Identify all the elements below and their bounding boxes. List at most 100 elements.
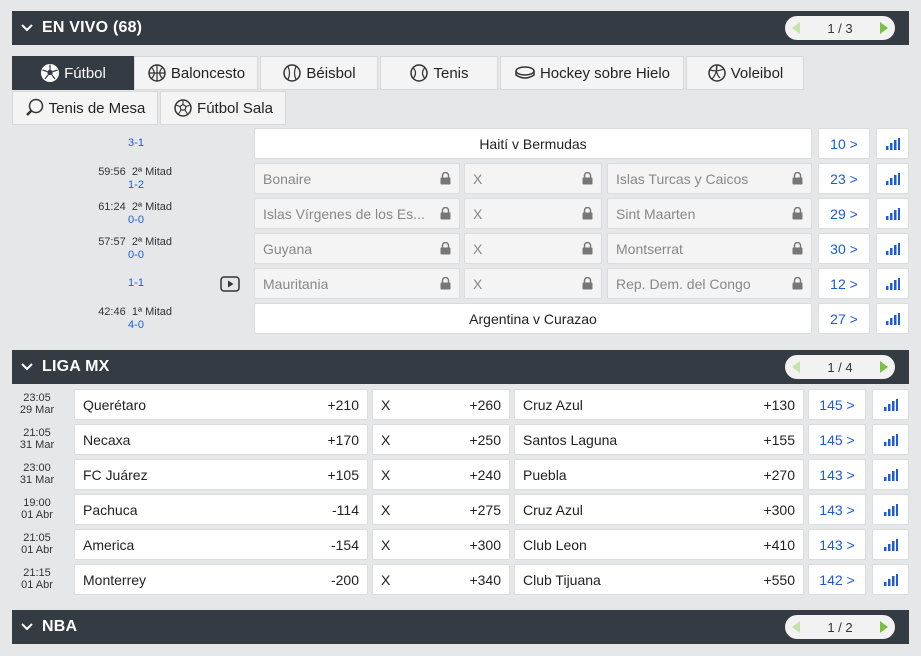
tab-voleibol[interactable]: Voleibol: [686, 56, 804, 90]
more-markets-button[interactable]: 10 >: [818, 128, 870, 159]
home-odd-cell[interactable]: Bonaire: [254, 163, 460, 194]
stats-button[interactable]: [876, 268, 909, 299]
home-odd-button[interactable]: Pachuca -114: [74, 494, 368, 525]
tab-tenis[interactable]: Tenis: [380, 56, 498, 90]
match-title[interactable]: Argentina v Curazao: [254, 303, 812, 334]
match-row[interactable]: 23:05 29 Mar Querétaro +210 X +260 Cruz Azu…: [12, 389, 909, 422]
tab-baloncesto[interactable]: Baloncesto: [134, 56, 258, 90]
match-row[interactable]: 21:05 31 Mar Necaxa +170 X +250 Santos Lagu…: [12, 424, 909, 457]
draw-odd-cell[interactable]: X: [464, 198, 602, 229]
match-row[interactable]: 21:05 01 Abr America -154 X +300 Club Leon +…: [12, 529, 909, 562]
pager-prev-icon[interactable]: [788, 618, 804, 636]
stats-button[interactable]: [876, 163, 909, 194]
live-event-row[interactable]: 61:24 2ª Mitad 0-0 Islas Vírgenes de los…: [12, 198, 909, 231]
live-section-header[interactable]: EN VIVO (68) 1 / 3: [12, 11, 909, 45]
stats-button[interactable]: [876, 303, 909, 334]
more-markets-button[interactable]: 30 >: [818, 233, 870, 264]
away-odd-cell[interactable]: Rep. Dem. del Congo: [607, 268, 812, 299]
live-meta: 57:57 2ª Mitad 0-0: [32, 236, 172, 262]
home-odd-cell[interactable]: Islas Vírgenes de los Es...: [254, 198, 460, 229]
home-odd-button[interactable]: Necaxa +170: [74, 424, 368, 455]
more-markets-button[interactable]: 12 >: [818, 268, 870, 299]
stats-button[interactable]: [872, 529, 909, 560]
draw-odd: +260: [469, 396, 501, 413]
home-odd-cell[interactable]: Guyana: [254, 233, 460, 264]
live-event-row[interactable]: 57:57 2ª Mitad 0-0 Guyana X Montserrat 3…: [12, 233, 909, 266]
more-markets-button[interactable]: 27 >: [818, 303, 870, 334]
home-odd-cell[interactable]: Mauritania: [254, 268, 460, 299]
more-markets-button[interactable]: 145 >: [808, 389, 866, 420]
pager-next-icon[interactable]: [876, 358, 892, 376]
lock-icon: [440, 207, 451, 220]
away-odd-button[interactable]: Puebla +270: [514, 459, 804, 490]
stats-button[interactable]: [872, 494, 909, 525]
more-markets-button[interactable]: 23 >: [818, 163, 870, 194]
tab-futbol-sala[interactable]: Fútbol Sala: [160, 91, 286, 125]
tab-futbol[interactable]: Fútbol: [12, 56, 134, 90]
stats-button[interactable]: [872, 564, 909, 595]
stats-button[interactable]: [876, 198, 909, 229]
match-row[interactable]: 19:00 01 Abr Pachuca -114 X +275 Cruz Azul +…: [12, 494, 909, 527]
draw-odd-button[interactable]: X +250: [372, 424, 510, 455]
home-odd-button[interactable]: FC Juárez +105: [74, 459, 368, 490]
away-odd-button[interactable]: Club Tijuana +550: [514, 564, 804, 595]
home-odd-button[interactable]: Monterrey -200: [74, 564, 368, 595]
home-odd-button[interactable]: America -154: [74, 529, 368, 560]
away-odd-button[interactable]: Club Leon +410: [514, 529, 804, 560]
stats-button[interactable]: [872, 424, 909, 455]
more-markets-button[interactable]: 142 >: [808, 564, 866, 595]
liga-mx-section-header[interactable]: LIGA MX 1 / 4: [12, 350, 909, 384]
bar-chart-icon: [883, 573, 898, 586]
live-event-row[interactable]: 42:46 1ª Mitad 4-0 Argentina v Curazao 2…: [12, 303, 909, 336]
more-markets-button[interactable]: 143 >: [808, 459, 866, 490]
match-title[interactable]: Haití v Bermudas: [254, 128, 812, 159]
tab-beisbol[interactable]: Béisbol: [260, 56, 378, 90]
more-markets-button[interactable]: 143 >: [808, 529, 866, 560]
away-odd-cell[interactable]: Islas Turcas y Caicos: [607, 163, 812, 194]
live-event-row[interactable]: 1-1 Mauritania X Rep. Dem. del Congo 12 …: [12, 268, 909, 301]
draw-odd-button[interactable]: X +340: [372, 564, 510, 595]
live-event-row[interactable]: 3-1 Haití v Bermudas 10 >: [12, 128, 909, 161]
away-team: Sint Maarten: [616, 205, 696, 222]
lock-icon: [792, 207, 803, 220]
nba-section-header[interactable]: NBA 1 / 2: [12, 610, 909, 644]
home-odd: +210: [327, 396, 359, 413]
match-period: 2ª Mitad: [131, 236, 172, 248]
pager-prev-icon[interactable]: [788, 358, 804, 376]
away-odd-cell[interactable]: Montserrat: [607, 233, 812, 264]
match-row[interactable]: 21:15 01 Abr Monterrey -200 X +340 Club Tij…: [12, 564, 909, 597]
draw-odd-cell[interactable]: X: [464, 268, 602, 299]
tab-tenis-de-mesa[interactable]: Tenis de Mesa: [12, 91, 158, 125]
away-odd-button[interactable]: Cruz Azul +130: [514, 389, 804, 420]
home-odd-button[interactable]: Querétaro +210: [74, 389, 368, 420]
more-markets-button[interactable]: 143 >: [808, 494, 866, 525]
pager-prev-icon[interactable]: [788, 19, 804, 37]
home-team: Querétaro: [83, 396, 147, 413]
pager-next-icon[interactable]: [876, 618, 892, 636]
draw-odd-button[interactable]: X +240: [372, 459, 510, 490]
draw-odd-cell[interactable]: X: [464, 233, 602, 264]
pager-next-icon[interactable]: [876, 19, 892, 37]
draw-odd-cell[interactable]: X: [464, 163, 602, 194]
match-row[interactable]: 23:00 31 Mar FC Juárez +105 X +240 Puebla +2…: [12, 459, 909, 492]
draw-label: X: [473, 205, 483, 222]
away-odd-button[interactable]: Cruz Azul +300: [514, 494, 804, 525]
stats-button[interactable]: [872, 389, 909, 420]
draw-odd-button[interactable]: X +300: [372, 529, 510, 560]
draw-odd-button[interactable]: X +260: [372, 389, 510, 420]
live-event-row[interactable]: 59:56 2ª Mitad 1-2 Bonaire X Islas Turca…: [12, 163, 909, 196]
stats-button[interactable]: [876, 128, 909, 159]
more-markets-button[interactable]: 29 >: [818, 198, 870, 229]
more-markets-button[interactable]: 145 >: [808, 424, 866, 455]
tab-hockey[interactable]: Hockey sobre Hielo: [500, 56, 684, 90]
match-clock: 42:46: [98, 306, 126, 318]
stats-button[interactable]: [872, 459, 909, 490]
away-odd-button[interactable]: Santos Laguna +155: [514, 424, 804, 455]
stats-button[interactable]: [876, 233, 909, 264]
nba-pager: 1 / 2: [785, 615, 895, 639]
live-stream-icon[interactable]: [220, 276, 240, 297]
away-odd-cell[interactable]: Sint Maarten: [607, 198, 812, 229]
home-team: Pachuca: [83, 501, 138, 518]
live-score: 0-0: [128, 214, 144, 226]
draw-odd-button[interactable]: X +275: [372, 494, 510, 525]
